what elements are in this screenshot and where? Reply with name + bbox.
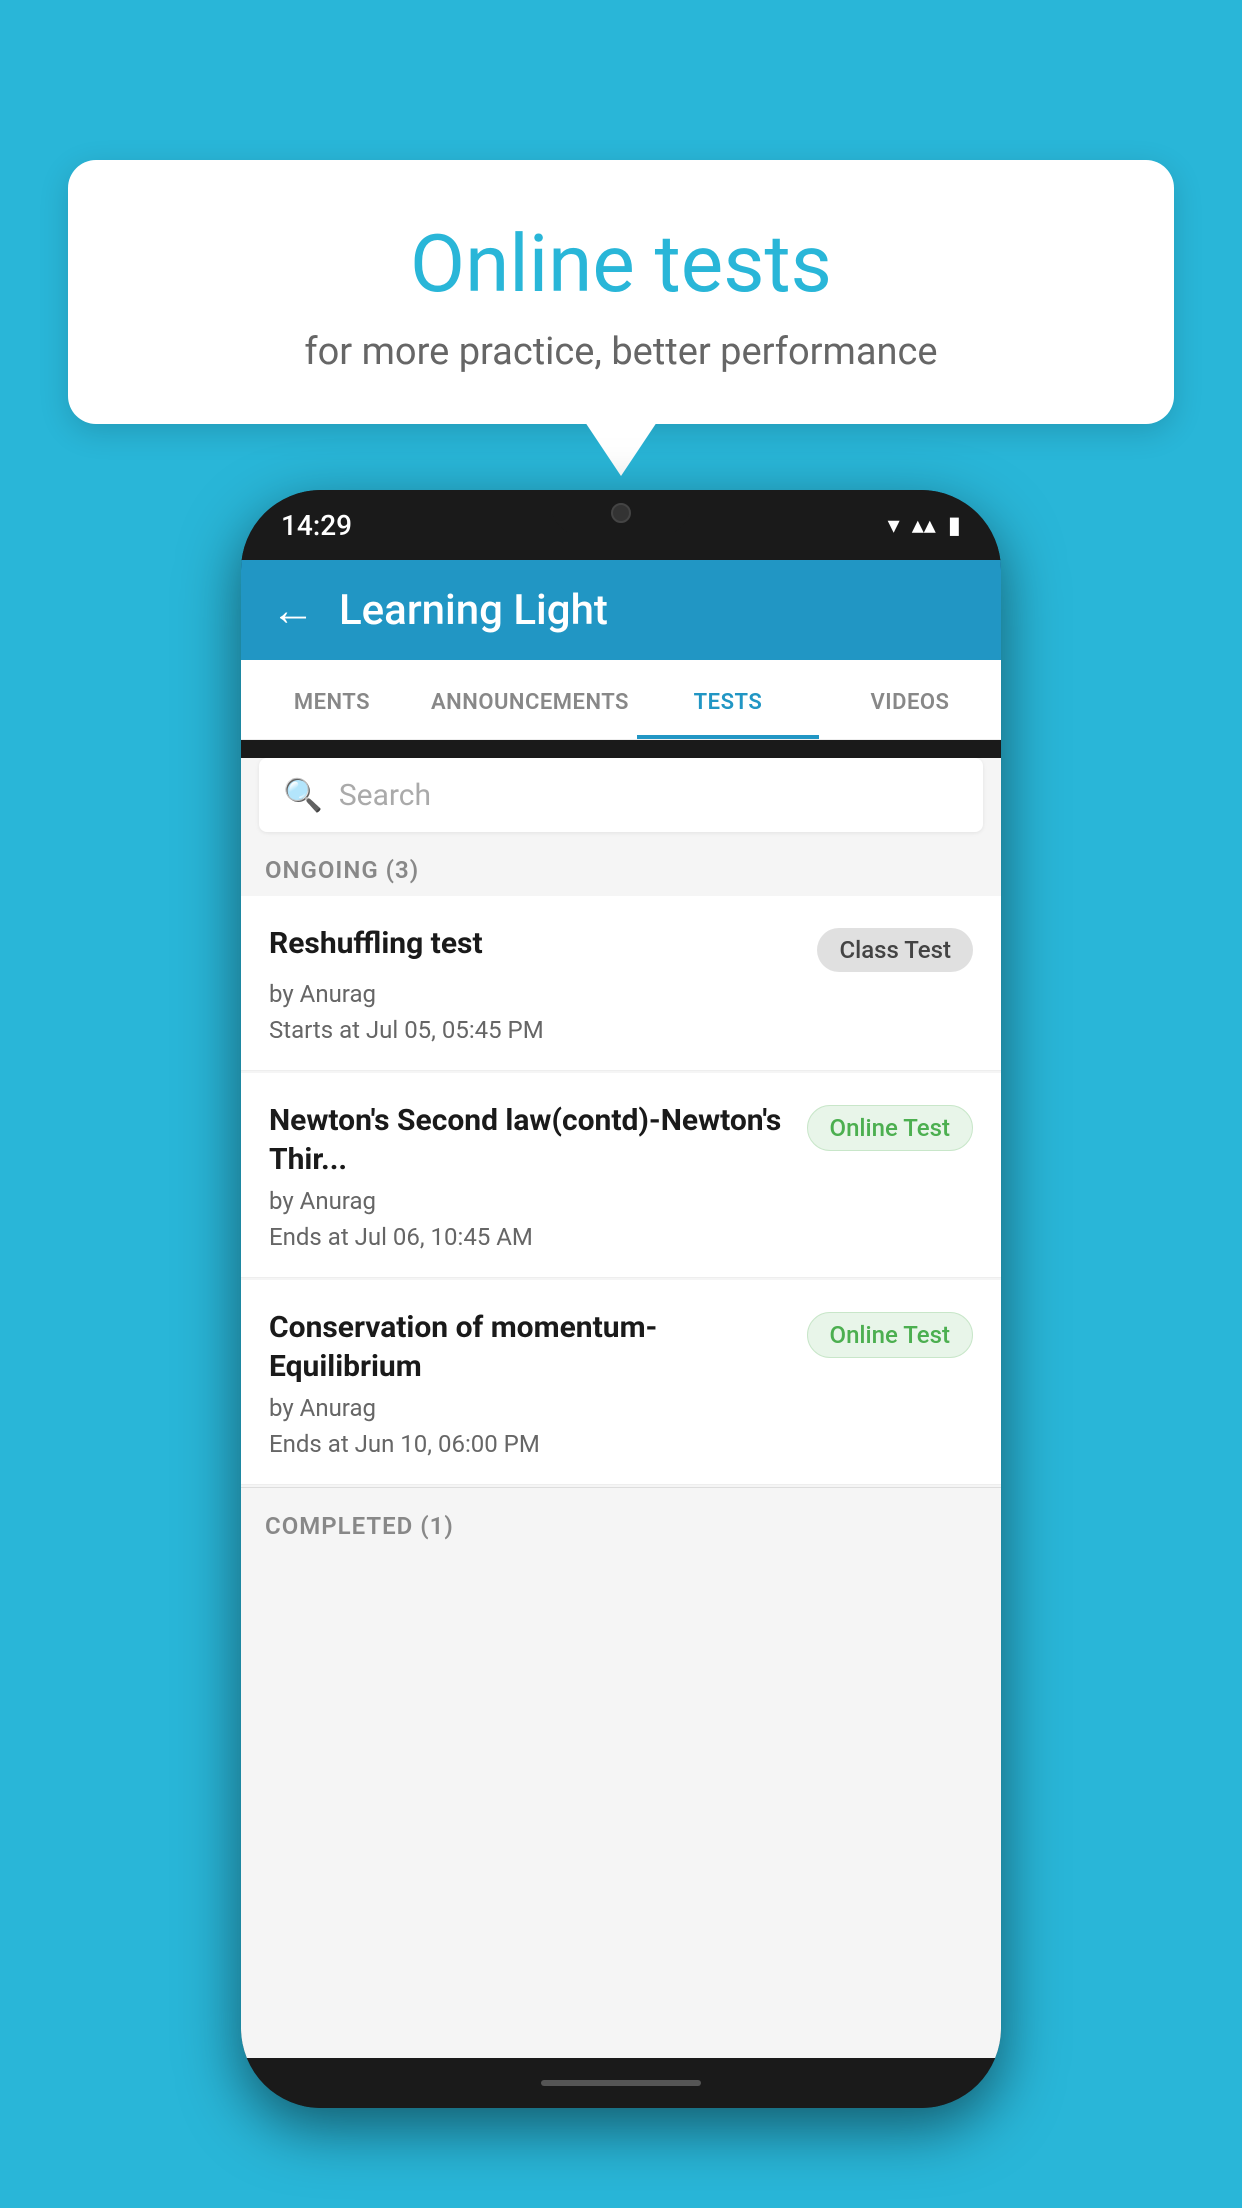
- test-date-1: Starts at Jul 05, 05:45 PM: [269, 1016, 973, 1044]
- tab-ments[interactable]: MENTS: [241, 660, 423, 739]
- search-bar[interactable]: 🔍 Search: [259, 758, 983, 832]
- tabs-bar: MENTS ANNOUNCEMENTS TESTS VIDEOS: [241, 660, 1001, 740]
- test-card-3[interactable]: Conservation of momentum-Equilibrium Onl…: [241, 1280, 1001, 1485]
- tab-videos[interactable]: VIDEOS: [819, 660, 1001, 739]
- content-area: 🔍 Search ONGOING (3) Reshuffling test Cl…: [241, 758, 1001, 2058]
- test-badge-3: Online Test: [807, 1312, 973, 1358]
- bubble-subtitle: for more practice, better performance: [118, 330, 1124, 374]
- search-input[interactable]: Search: [339, 778, 431, 813]
- test-card-3-row: Conservation of momentum-Equilibrium Onl…: [269, 1308, 973, 1386]
- back-button[interactable]: ←: [271, 584, 315, 636]
- phone-frame: 14:29 ▾ ▴▴ ▮ ← Learning Light MENTS ANNO…: [241, 490, 1001, 2108]
- test-card-1[interactable]: Reshuffling test Class Test by Anurag St…: [241, 896, 1001, 1071]
- test-card-2-row: Newton's Second law(contd)-Newton's Thir…: [269, 1101, 973, 1179]
- signal-icon: ▴▴: [912, 511, 936, 539]
- test-name-1: Reshuffling test: [269, 924, 817, 963]
- tab-tests[interactable]: TESTS: [637, 660, 819, 739]
- test-date-3: Ends at Jun 10, 06:00 PM: [269, 1430, 973, 1458]
- tab-announcements[interactable]: ANNOUNCEMENTS: [423, 660, 637, 739]
- status-icons: ▾ ▴▴ ▮: [888, 511, 961, 539]
- phone-camera: [611, 503, 631, 523]
- test-by-2: by Anurag: [269, 1187, 973, 1215]
- test-name-2: Newton's Second law(contd)-Newton's Thir…: [269, 1101, 807, 1179]
- ongoing-section-header: ONGOING (3): [241, 832, 1001, 896]
- app-title: Learning Light: [339, 586, 608, 635]
- status-time: 14:29: [281, 509, 352, 542]
- completed-section-header: COMPLETED (1): [241, 1487, 1001, 1552]
- test-badge-1: Class Test: [817, 928, 973, 972]
- phone-bottom: [241, 2058, 1001, 2108]
- wifi-icon: ▾: [888, 511, 900, 539]
- battery-icon: ▮: [948, 511, 961, 539]
- test-badge-2: Online Test: [807, 1105, 973, 1151]
- test-by-1: by Anurag: [269, 980, 973, 1008]
- test-by-3: by Anurag: [269, 1394, 973, 1422]
- speech-bubble: Online tests for more practice, better p…: [68, 160, 1174, 424]
- test-card-2[interactable]: Newton's Second law(contd)-Newton's Thir…: [241, 1073, 1001, 1278]
- bubble-title: Online tests: [118, 220, 1124, 308]
- phone-notch: [551, 490, 691, 535]
- app-bar: ← Learning Light: [241, 560, 1001, 660]
- status-bar: 14:29 ▾ ▴▴ ▮: [241, 490, 1001, 560]
- test-name-3: Conservation of momentum-Equilibrium: [269, 1308, 807, 1386]
- search-icon: 🔍: [283, 776, 323, 814]
- test-date-2: Ends at Jul 06, 10:45 AM: [269, 1223, 973, 1251]
- home-indicator: [541, 2080, 701, 2086]
- test-card-1-row: Reshuffling test Class Test: [269, 924, 973, 972]
